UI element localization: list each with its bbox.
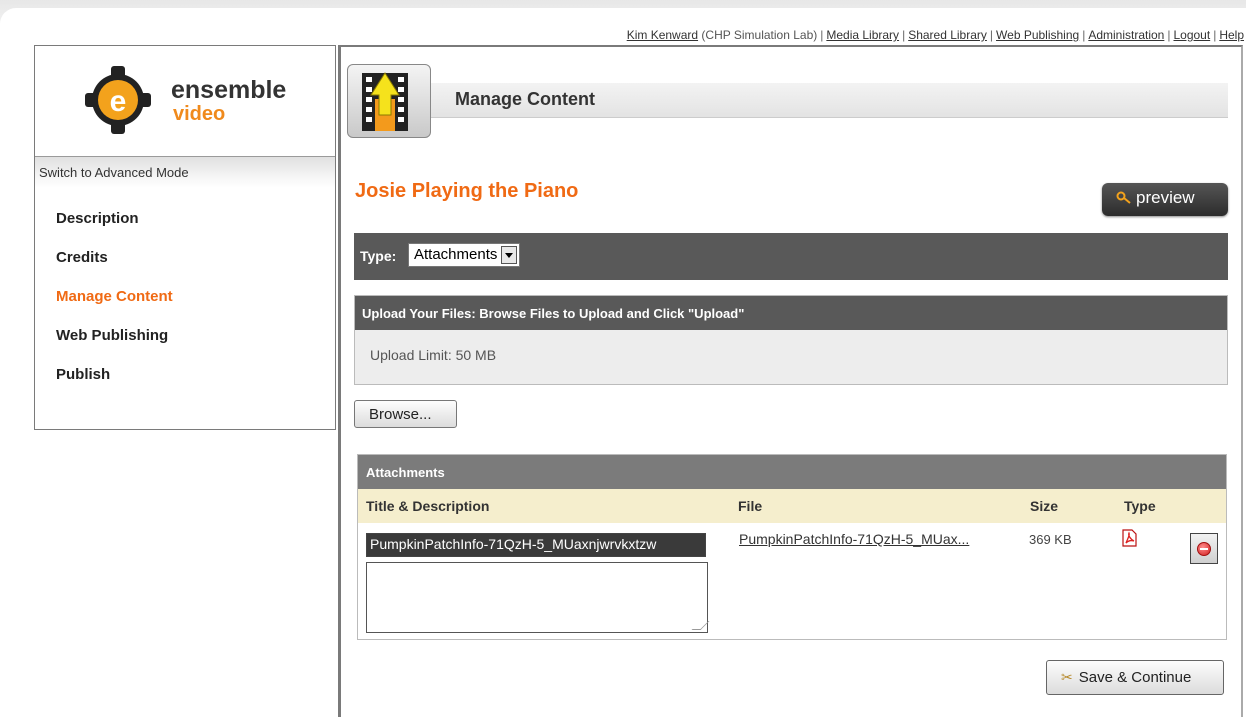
column-file: File <box>738 498 763 514</box>
user-link[interactable]: Kim Kenward <box>627 28 698 42</box>
magnifier-icon <box>1116 191 1131 204</box>
sidebar: e ensemble video Switch to Advanced Mode… <box>34 45 336 430</box>
upload-limit: Upload Limit: 50 MB <box>370 347 497 363</box>
administration-link[interactable]: Administration <box>1088 28 1164 42</box>
svg-text:e: e <box>110 85 127 118</box>
sidebar-item-credits[interactable]: Credits <box>56 249 108 266</box>
sidebar-item-publish[interactable]: Publish <box>56 366 110 383</box>
media-title: Josie Playing the Piano <box>355 180 579 202</box>
column-title-description: Title & Description <box>366 498 490 514</box>
table-header-row: Title & Description File Size Type <box>358 489 1226 523</box>
pdf-icon <box>1122 529 1137 547</box>
type-bar: Type: Attachments <box>354 233 1228 280</box>
web-publishing-link[interactable]: Web Publishing <box>996 28 1079 42</box>
org-label: (CHP Simulation Lab) <box>701 28 818 42</box>
manage-content-icon <box>347 64 431 138</box>
ensemble-logo-icon: e <box>85 66 151 134</box>
browse-button[interactable]: Browse... <box>354 400 457 428</box>
preview-button[interactable]: preview <box>1102 183 1228 216</box>
remove-attachment-button[interactable] <box>1190 533 1218 564</box>
sidebar-item-manage-content[interactable]: Manage Content <box>56 288 173 305</box>
help-link[interactable]: Help <box>1219 28 1244 42</box>
type-select[interactable]: Attachments <box>408 243 521 267</box>
save-continue-label: Save & Continue <box>1078 669 1192 686</box>
column-size: Size <box>1030 498 1059 514</box>
attachments-heading: Attachments <box>358 455 1226 489</box>
remove-icon <box>1197 542 1211 556</box>
ensemble-logo: e ensemble video <box>83 64 303 136</box>
attachment-file-link[interactable]: PumpkinPatchInfo-71QzH-5_MUax... <box>739 531 969 547</box>
save-continue-button[interactable]: ✂ Save & Continue <box>1046 660 1224 695</box>
attachments-table: Attachments Title & Description File Siz… <box>357 454 1227 640</box>
save-icon: ✂ <box>1061 669 1073 685</box>
page-title: Manage Content <box>455 89 596 109</box>
top-navigation: Kim Kenward (CHP Simulation Lab) | Media L… <box>626 28 1244 42</box>
advanced-mode-toggle[interactable]: Switch to Advanced Mode <box>35 156 335 188</box>
logout-link[interactable]: Logout <box>1173 28 1210 42</box>
attachment-title-input[interactable]: PumpkinPatchInfo-71QzH-5_MUaxnjwrvkxtzw <box>366 533 706 557</box>
logo-subtitle: video <box>173 103 226 125</box>
logo-wordmark: ensemble <box>171 76 287 104</box>
type-label: Type: <box>360 248 397 264</box>
sidebar-item-description[interactable]: Description <box>56 210 139 227</box>
attachment-size: 369 KB <box>1029 532 1072 547</box>
type-select-value: Attachments <box>414 246 498 263</box>
preview-label: preview <box>1136 188 1195 207</box>
media-library-link[interactable]: Media Library <box>826 28 899 42</box>
sidebar-item-web-publishing[interactable]: Web Publishing <box>56 327 168 344</box>
upload-section: Upload Your Files: Browse Files to Uploa… <box>354 295 1228 385</box>
chevron-down-icon[interactable] <box>501 246 518 264</box>
column-type: Type <box>1124 498 1156 514</box>
attachment-description-textarea[interactable] <box>366 562 708 633</box>
shared-library-link[interactable]: Shared Library <box>908 28 987 42</box>
upload-heading: Upload Your Files: Browse Files to Uploa… <box>355 296 1227 330</box>
